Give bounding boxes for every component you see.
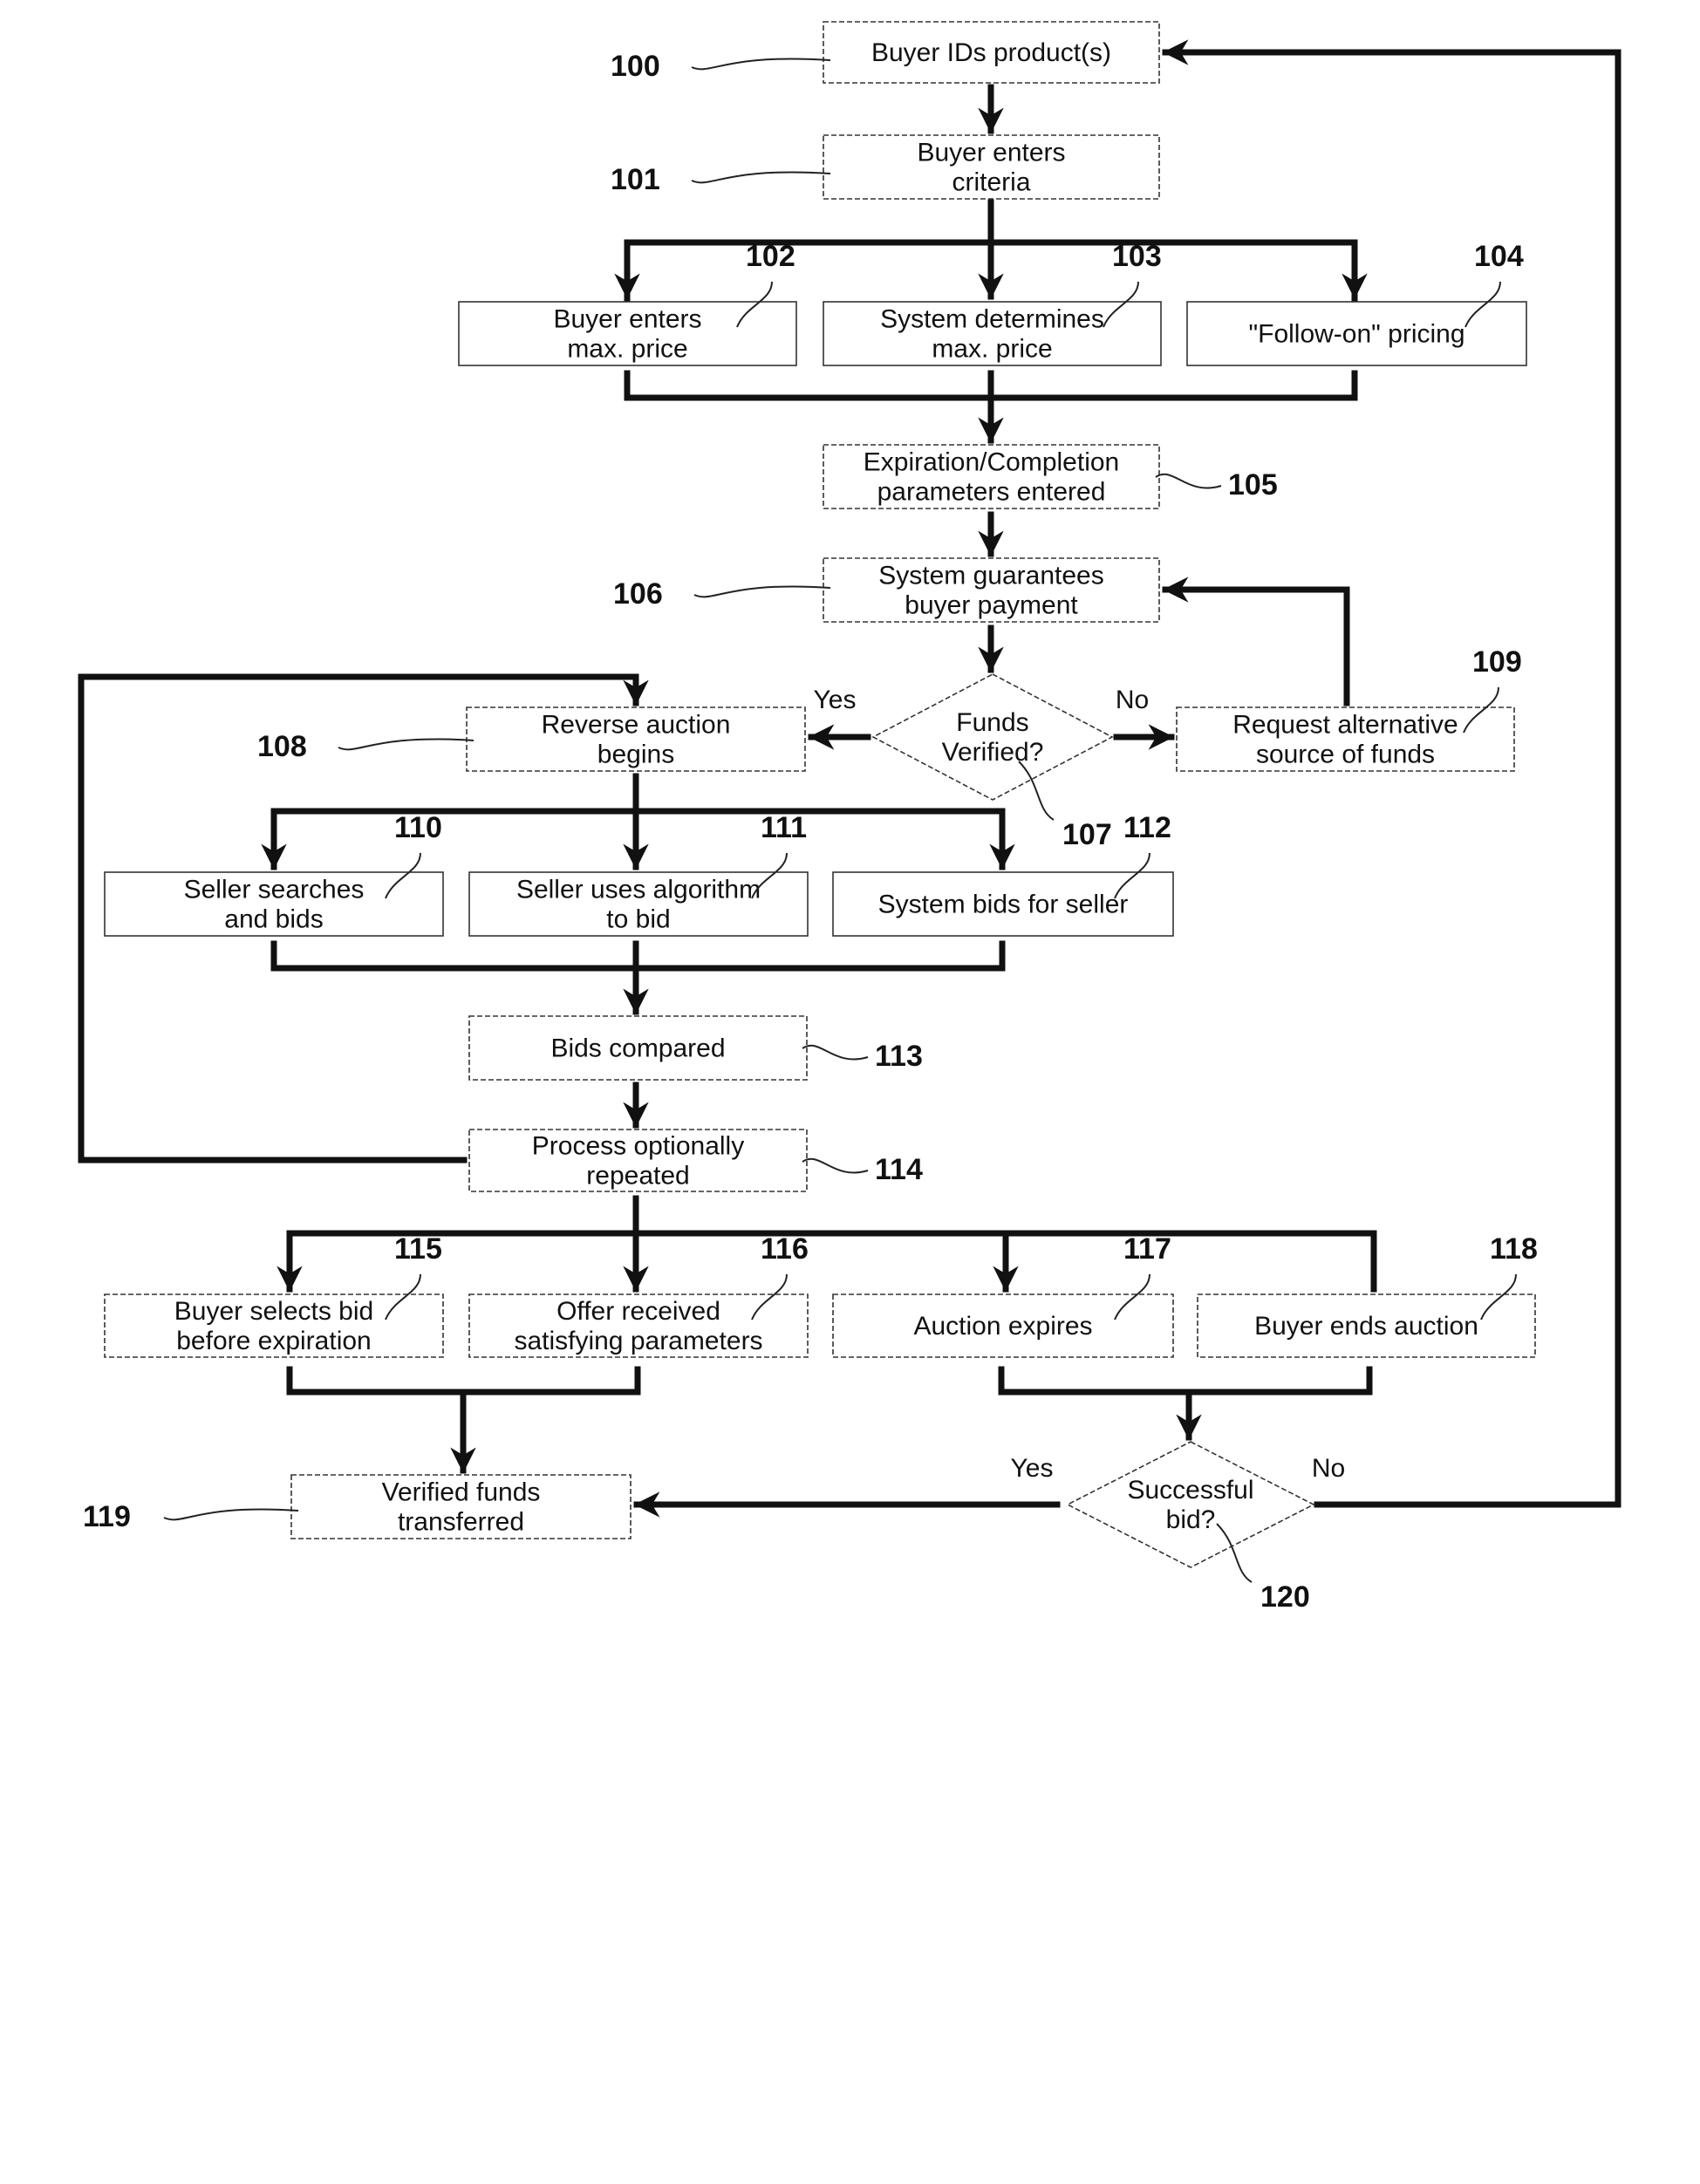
reference-numeral: 106 — [613, 577, 663, 611]
node-115: Buyer selects bidbefore expiration 115 — [104, 1232, 444, 1358]
arrow-120-100-no — [1162, 39, 1621, 1508]
node-label: Buyer IDs product(s) — [871, 38, 1111, 67]
node-120: Successfulbid? 120 — [1066, 1441, 1315, 1614]
decision-diamond — [1066, 1441, 1315, 1568]
node-118: Buyer ends auction 118 — [1197, 1232, 1538, 1358]
node-113: Bids compared 113 — [468, 1015, 923, 1081]
node-label: transferred — [398, 1508, 524, 1537]
node-label: Offer received — [556, 1297, 720, 1326]
reference-numeral: 103 — [1112, 240, 1162, 273]
leader-line — [691, 58, 831, 71]
reference-numeral: 110 — [394, 811, 442, 844]
reference-numeral: 108 — [257, 730, 307, 763]
node-label: Buyer ends auction — [1254, 1312, 1478, 1341]
node-label: Bids compared — [550, 1034, 725, 1063]
reference-numeral: 118 — [1490, 1232, 1538, 1266]
node-label: Seller uses algorithm — [516, 876, 761, 904]
node-108: Reverse auctionbegins 108 — [257, 706, 806, 772]
leader-line — [802, 1044, 869, 1061]
node-label: max. price — [932, 335, 1052, 364]
leader-line — [163, 1508, 299, 1521]
node-label: before expiration — [176, 1327, 371, 1355]
node-101: Buyer enterscriteria 101 — [611, 134, 1160, 200]
node-label: Funds — [956, 708, 1028, 737]
node-label: Expiration/Completion — [864, 448, 1119, 477]
reference-numeral: 111 — [761, 811, 807, 844]
node-107: FundsVerified? 107 — [871, 673, 1114, 851]
node-114: Process optionallyrepeated 114 — [468, 1129, 923, 1192]
node-label: satisfying parameters — [514, 1327, 762, 1355]
node-label: Request alternative — [1232, 711, 1458, 740]
flowchart: Buyer IDs product(s)100Buyer enterscrite… — [78, 21, 1621, 1614]
leader-line — [1155, 473, 1222, 489]
reference-numeral: 109 — [1472, 645, 1522, 679]
arrow-109-106 — [1162, 577, 1350, 706]
node-label: Auction expires — [913, 1312, 1092, 1341]
node-label: Verified funds — [382, 1478, 541, 1507]
node-label: criteria — [952, 168, 1030, 197]
reference-numeral: 112 — [1123, 811, 1171, 844]
reference-numeral: 114 — [875, 1153, 923, 1186]
reference-numeral: 100 — [611, 50, 660, 83]
branch-label-d120_no: No — [1312, 1454, 1345, 1483]
node-label: to bid — [606, 905, 670, 934]
reference-numeral: 115 — [394, 1232, 442, 1266]
node-label: Successful — [1127, 1476, 1253, 1505]
merge-115-116 — [286, 1366, 641, 1396]
node-label: Process optionally — [532, 1132, 744, 1161]
node-label: parameters entered — [877, 478, 1106, 507]
node-label: and bids — [224, 905, 323, 934]
node-label: begins — [597, 741, 674, 769]
reference-numeral: 116 — [761, 1232, 809, 1266]
node-label: System determines — [880, 305, 1104, 334]
leader-line — [691, 171, 831, 184]
node-label: System bids for seller — [878, 891, 1129, 919]
leader-line — [338, 738, 474, 751]
decision-diamond — [871, 673, 1114, 801]
merge-117-118 — [998, 1366, 1373, 1396]
node-label: Seller searches — [184, 876, 365, 904]
nodes: Buyer IDs product(s)100Buyer enterscrite… — [83, 21, 1538, 1614]
node-106: System guaranteesbuyer payment 106 — [613, 557, 1160, 623]
reference-numeral: 113 — [875, 1040, 923, 1073]
reference-numeral: 104 — [1474, 240, 1524, 273]
edge-labels: Yes No Yes No — [814, 686, 1346, 1483]
reference-numeral: 117 — [1123, 1232, 1171, 1266]
leader-line — [802, 1157, 869, 1174]
node-label: Buyer enters — [917, 139, 1065, 167]
node-label: Buyer enters — [553, 305, 701, 334]
leader-line — [693, 585, 831, 598]
node-label: "Follow-on" pricing — [1248, 320, 1464, 349]
branch-114 — [286, 1230, 1377, 1293]
branch-label-d107_no: No — [1116, 686, 1149, 714]
reference-numeral: 107 — [1062, 818, 1112, 851]
node-label: Buyer selects bid — [174, 1297, 373, 1326]
node-105: Expiration/Completionparameters entered 1… — [823, 444, 1278, 509]
node-label: buyer payment — [905, 591, 1078, 620]
connectors — [78, 39, 1621, 1518]
node-label: Reverse auction — [542, 711, 731, 740]
node-label: Verified? — [942, 738, 1044, 767]
reference-numeral: 101 — [611, 163, 660, 196]
node-119: Verified fundstransferred 119 — [83, 1474, 632, 1539]
node-label: max. price — [567, 335, 687, 364]
reference-numeral: 102 — [746, 240, 795, 273]
node-label: source of funds — [1256, 741, 1435, 769]
node-100: Buyer IDs product(s) 100 — [611, 21, 1160, 84]
reference-numeral: 105 — [1228, 468, 1278, 502]
branch-label-d120_yes: Yes — [1011, 1454, 1054, 1483]
reference-numeral: 120 — [1260, 1580, 1310, 1614]
node-label: repeated — [586, 1162, 689, 1191]
reference-numeral: 119 — [83, 1500, 131, 1533]
node-label: bid? — [1166, 1505, 1216, 1534]
branch-label-d107_yes: Yes — [814, 686, 857, 714]
node-label: System guarantees — [878, 562, 1103, 590]
